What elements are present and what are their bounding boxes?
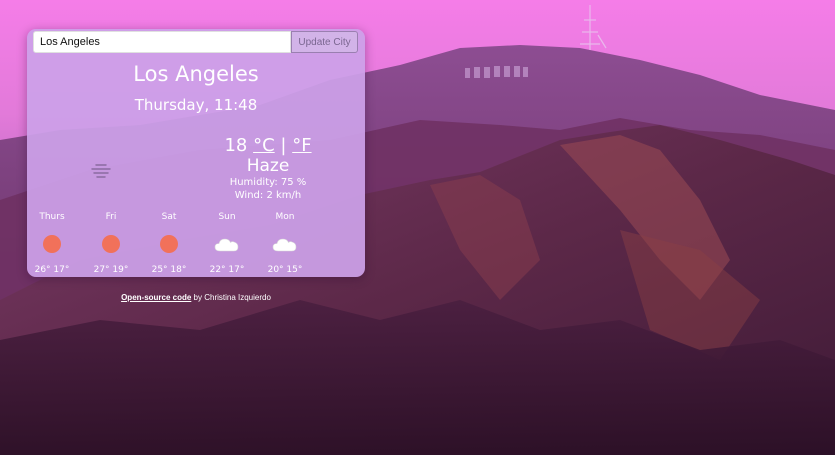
forecast-day-sat: Sat 25° 18°	[144, 212, 194, 275]
forecast-day-label: Sat	[161, 212, 177, 222]
forecast-day-label: Fri	[105, 212, 117, 222]
search-form: Update City	[33, 31, 359, 53]
forecast-day-label: Mon	[275, 212, 295, 222]
temperature-line: 18 °C | °F	[203, 135, 333, 156]
forecast-temps: 26° 17°	[34, 265, 70, 275]
forecast-temps: 22° 17°	[209, 265, 245, 275]
forecast-day-label: Thurs	[39, 212, 65, 222]
forecast-day-thurs: Thurs 26° 17°	[27, 212, 77, 275]
cloud-icon	[272, 238, 297, 252]
footer-credit: Open-source code by Christina Izquierdo	[0, 293, 392, 302]
haze-icon	[91, 164, 111, 178]
city-search-input[interactable]	[33, 31, 291, 53]
fahrenheit-link[interactable]: °F	[292, 135, 311, 156]
forecast-day-label: Sun	[218, 212, 236, 222]
weather-card: Update City Los Angeles Thursday, 11:48 …	[27, 29, 365, 277]
current-conditions: 18 °C | °F Haze Humidity: 75 % Wind: 2 k…	[203, 135, 333, 202]
celsius-link[interactable]: °C	[253, 135, 275, 156]
update-city-button[interactable]: Update City	[291, 31, 358, 53]
forecast-temps: 20° 15°	[267, 265, 303, 275]
open-source-link[interactable]: Open-source code	[121, 293, 191, 302]
sun-icon	[43, 235, 61, 253]
forecast-day-sun: Sun 22° 17°	[202, 212, 252, 275]
forecast-day-mon: Mon 20° 15°	[260, 212, 310, 275]
city-name: Los Angeles	[133, 62, 259, 86]
weather-description: Haze	[246, 156, 290, 176]
forecast-temps: 25° 18°	[151, 265, 187, 275]
date-time: Thursday, 11:48	[134, 96, 258, 114]
forecast-temps: 27° 19°	[93, 265, 129, 275]
humidity-text: Humidity: 75 %	[229, 177, 307, 188]
cloud-icon	[214, 238, 239, 252]
forecast-row: Thurs 26° 17° Fri 27° 19° Sat 25° 18° Su…	[27, 212, 365, 276]
forecast-day-fri: Fri 27° 19°	[86, 212, 136, 275]
temperature-value: 18	[224, 135, 248, 156]
sun-icon	[102, 235, 120, 253]
unit-separator: |	[280, 135, 287, 156]
author-credit: by Christina Izquierdo	[191, 293, 271, 302]
sun-icon	[160, 235, 178, 253]
wind-text: Wind: 2 km/h	[234, 190, 302, 201]
